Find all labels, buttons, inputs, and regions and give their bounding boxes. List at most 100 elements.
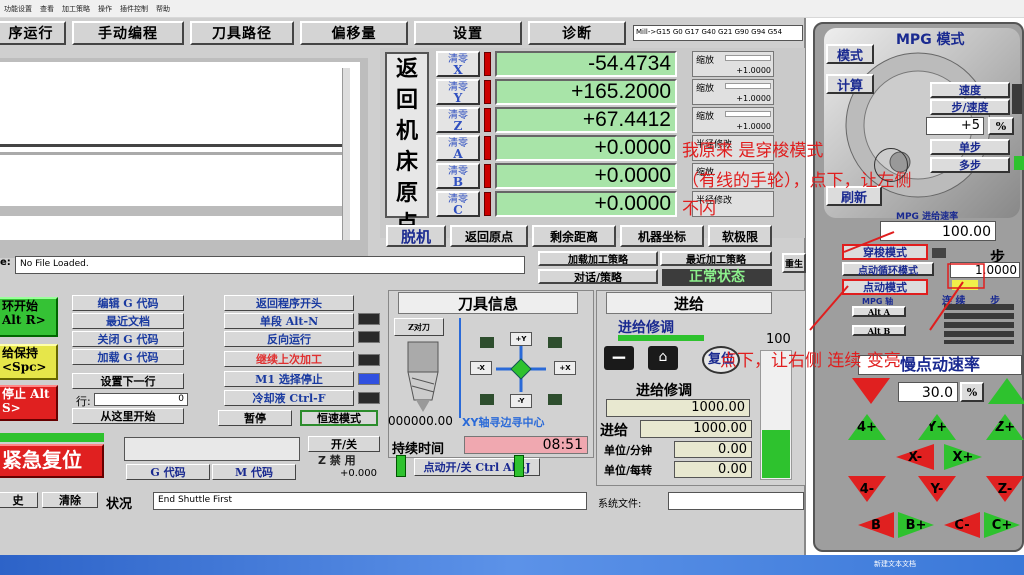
x-scale[interactable]: 缩放 +1.0000 [692,51,774,77]
coolant-button[interactable]: 冷却液 Ctrl-F [224,390,354,406]
y-scale[interactable]: 缩放 +1.0000 [692,79,774,105]
jog-rate-field[interactable]: 30.0 [898,382,958,402]
jog-minus-x-button[interactable]: -X [470,361,492,375]
menu-view[interactable]: 查看 [40,4,54,14]
home-icon[interactable]: ⌂ [648,346,678,370]
zero-x-button[interactable]: 清零 X [436,51,480,77]
scale-bar [725,111,771,117]
gcode-button[interactable]: G 代码 [126,464,210,480]
tab-mdi[interactable]: 手动编程 [72,21,184,45]
machine-coords-button[interactable]: 机器坐标 [620,225,704,247]
mpg-multi-led [1014,156,1024,170]
recent-strategy-button[interactable]: 最近加工策略 [660,251,772,266]
b-dro[interactable]: +0.0000 [495,163,677,189]
mdi-input[interactable] [124,437,300,461]
machine-state: 正常状态 [662,269,772,286]
rewind-button[interactable]: 返回程序开头 [224,295,354,311]
jog-minus-y-button[interactable]: -Y [510,394,532,408]
load-gcode-button[interactable]: 加载 G 代码 [72,349,184,365]
load-strategy-button[interactable]: 加载加工策略 [538,251,658,266]
units-per-rev-label: 单位/每转 [604,464,653,477]
feed-pct: 100 [766,332,791,347]
feed-label: 进给 [600,423,628,439]
dialog-strategy-button[interactable]: 对话/策略 [538,269,658,284]
estop-reset-button[interactable]: 紧急复位 [0,444,104,478]
zero-b-button[interactable]: 清零 B [436,163,480,189]
tab-offsets[interactable]: 偏移量 [300,21,408,45]
c-dro[interactable]: +0.0000 [495,191,677,217]
clear-status-button[interactable]: 清除 [42,492,98,508]
mpg-step-speed-button[interactable]: 步/速度 [930,99,1010,115]
z-scale[interactable]: 缩放 +1.0000 [692,107,774,133]
zero-z-button[interactable]: 清零 Z [436,107,480,133]
jog-plus-x-button[interactable]: +X [554,361,576,375]
line-marker [0,206,350,216]
mpg-speed-button[interactable]: 速度 [930,82,1010,98]
feed-pct-bar [762,430,790,478]
mpg-calc-button[interactable]: 计算 [826,74,874,94]
axis-label: A [453,147,463,161]
zero-a-button[interactable]: 清零 A [436,135,480,161]
mpg-single-step-button[interactable]: 单步 [930,139,1010,155]
feed-field: 1000.00 [640,420,752,438]
set-next-line-button[interactable]: 设置下一行 [72,373,184,389]
tab-settings[interactable]: 设置 [414,21,522,45]
soft-limits-button[interactable]: 软极限 [708,225,772,247]
reverse-led [358,331,380,343]
constant-velocity-button[interactable]: 恒速模式 [300,410,378,426]
tab-program-run[interactable]: 序运行 [0,21,66,45]
jog-plus-y-button[interactable]: +Y [510,332,532,346]
close-gcode-button[interactable]: 关闭 G 代码 [72,331,184,347]
on-off-button[interactable]: 开/关 [308,436,380,452]
offline-button[interactable]: 脱机 [386,225,446,247]
stop-button[interactable]: 停止 Alt S> [0,385,58,421]
z-dro[interactable]: +67.4412 [495,107,677,133]
feed-override-field[interactable]: 1000.00 [606,399,750,417]
menu-plugins[interactable]: 插件控制 [120,4,148,14]
minus-icon[interactable]: − [604,346,634,370]
m1-optional-stop-button[interactable]: M1 选择停止 [224,371,354,387]
resume-last-button[interactable]: 继续上次加工 [224,351,354,367]
mpg-step-field[interactable]: +5 [926,117,984,135]
tool-info-title: 刀具信息 [398,292,578,314]
distance-to-go-button[interactable]: 剩余距离 [532,225,616,247]
regen-button[interactable]: 重生 [782,253,806,273]
menu-strategy[interactable]: 加工策略 [62,4,90,14]
zero-c-button[interactable]: 清零 C [436,191,480,217]
z-touch-off-button[interactable]: Z对刀 [394,318,444,336]
feed-hold-button[interactable]: 给保持 <Spc> [0,344,58,380]
jog-led-2 [514,455,524,477]
file-label: e: [0,257,11,268]
jog-led [396,455,406,477]
y-dro[interactable]: +165.2000 [495,79,677,105]
history-button[interactable]: 史 [0,492,38,508]
single-block-button[interactable]: 单段 Alt-N [224,313,354,329]
a-dro[interactable]: +0.0000 [495,135,677,161]
run-from-here-button[interactable]: 从这里开始 [72,408,184,424]
jog-rate-pct-button[interactable]: % [960,382,984,402]
recent-files-button[interactable]: 最近文档 [72,313,184,329]
mcode-button[interactable]: M 代码 [212,464,296,480]
pause-button[interactable]: 暂停 [218,410,292,426]
annotation-circle [874,148,908,182]
divider [459,318,461,418]
edit-gcode-button[interactable]: 编辑 G 代码 [72,295,184,311]
menu-settings[interactable]: 功能设置 [4,4,32,14]
gcode-window[interactable] [0,62,360,240]
x-dro[interactable]: -54.4734 [495,51,677,77]
cycle-start-button[interactable]: 环开始 Alt R> [0,297,58,337]
ref-all-home-button[interactable]: 返 回 机 床 原 点 [385,52,429,237]
mpg-mode-button[interactable]: 模式 [826,44,874,64]
mpg-pct-button[interactable]: % [988,117,1014,135]
menu-help[interactable]: 帮助 [156,4,170,14]
reverse-run-button[interactable]: 反向运行 [224,331,354,347]
tab-toolpath[interactable]: 刀具路径 [190,21,294,45]
line-field[interactable]: 0 [94,393,188,406]
zero-y-button[interactable]: 清零 Y [436,79,480,105]
tab-diagnostics[interactable]: 诊断 [528,21,626,45]
scrollbar[interactable] [342,68,350,240]
menu-operate[interactable]: 操作 [98,4,112,14]
mpg-multi-step-button[interactable]: 多步 [930,157,1010,173]
goto-zero-button[interactable]: 返回原点 [450,225,528,247]
axis-label: Y [453,91,463,105]
